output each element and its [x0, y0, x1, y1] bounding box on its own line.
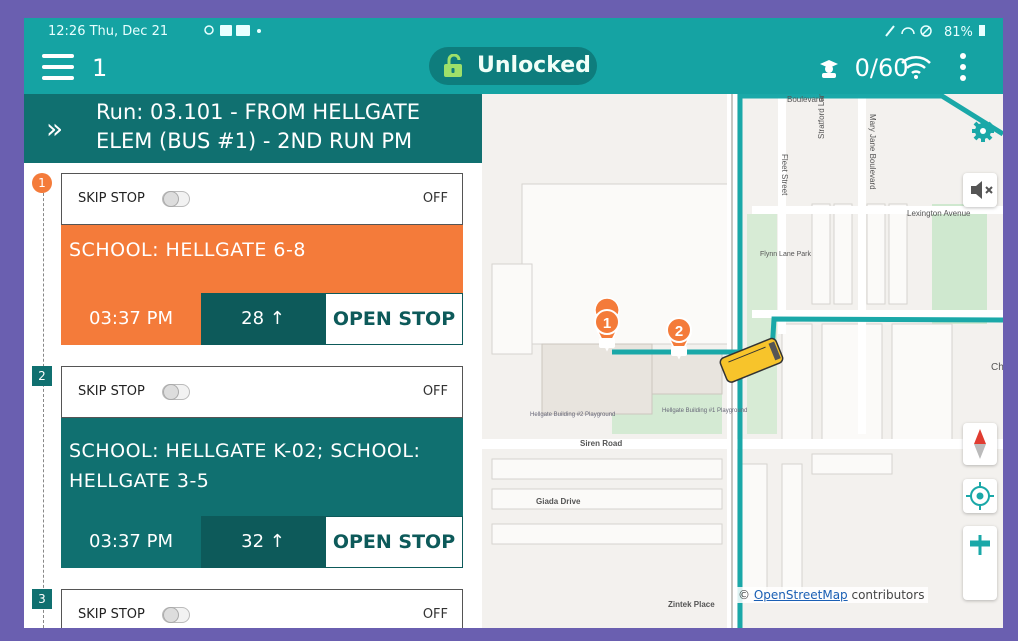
- app-bar: 1 Unlocked 0/60: [24, 44, 1003, 94]
- stop-marker-number: 2: [675, 323, 683, 340]
- stop-number-badge: 3: [32, 589, 52, 609]
- stop-school-box[interactable]: SCHOOL: HELLGATE K-02; SCHOOL: HELLGATE …: [61, 418, 463, 516]
- mute-button[interactable]: [963, 173, 997, 207]
- unlock-icon: [444, 54, 462, 77]
- battery-icon: [979, 25, 985, 36]
- system-icons: [885, 25, 932, 37]
- locate-me-button[interactable]: [963, 479, 997, 513]
- skip-stop-row: SKIP STOP OFF: [61, 589, 463, 628]
- playground-label: Hellgate Building #1 Playground: [662, 408, 747, 414]
- status-time-date: 12:26 Thu, Dec 21: [48, 24, 169, 39]
- skip-stop-row: SKIP STOP OFF: [61, 173, 463, 225]
- school-icon: [599, 338, 615, 348]
- attribution-suffix: contributors: [847, 588, 925, 602]
- stop-number-badge: 2: [32, 366, 52, 386]
- battery-text: 81%: [943, 25, 973, 40]
- skip-stop-state: OFF: [422, 191, 448, 206]
- compass-button[interactable]: [963, 423, 997, 465]
- street-label: Zintek Place: [668, 600, 715, 609]
- playground-label: Hellgate Building #2 Playground: [530, 412, 615, 418]
- stop-list: 1 SKIP STOP OFF SCHOOL: HELLGATE 6-8 03:…: [24, 163, 482, 628]
- street-label: Ch: [991, 362, 1003, 373]
- route-map[interactable]: Boulevard Fleet Street Stratford Lane Ma…: [482, 94, 1003, 628]
- skip-stop-row: SKIP STOP OFF: [61, 366, 463, 418]
- compass-icon: [974, 429, 986, 459]
- openstreetmap-link[interactable]: OpenStreetMap: [754, 588, 848, 602]
- collapse-chevron-icon[interactable]: »: [46, 112, 63, 145]
- stop-list-panel: » Run: 03.101 - FROM HELLGATE ELEM (BUS …: [24, 94, 482, 628]
- gear-icon: [972, 120, 994, 142]
- mute-icon: [971, 181, 993, 199]
- street-label: Stratford Lane: [817, 94, 826, 139]
- school-icon: [671, 346, 687, 356]
- status-icons: [204, 24, 266, 42]
- lock-status-button[interactable]: Unlocked: [429, 47, 597, 85]
- skip-stop-toggle[interactable]: [162, 191, 190, 207]
- map-settings-button[interactable]: [970, 118, 996, 144]
- tablet-screen: 12:26 Thu, Dec 21 81% 1 Unlocked 0/60 » …: [24, 18, 1003, 628]
- locate-icon: [966, 482, 994, 510]
- open-stop-button[interactable]: OPEN STOP: [325, 516, 463, 568]
- run-header[interactable]: » Run: 03.101 - FROM HELLGATE ELEM (BUS …: [24, 94, 482, 163]
- run-prefix: Run:: [96, 100, 151, 124]
- hamburger-menu-icon[interactable]: [42, 54, 74, 82]
- stop-action-row: 03:37 PM 32 ↑ OPEN STOP: [61, 516, 463, 568]
- map-canvas: Boulevard Fleet Street Stratford Lane Ma…: [482, 94, 1003, 628]
- attribution-prefix: ©: [738, 588, 754, 602]
- stop-marker-number: 1: [603, 315, 611, 332]
- skip-stop-label: SKIP STOP: [78, 191, 145, 206]
- status-right: 81%: [884, 24, 985, 40]
- skip-stop-toggle[interactable]: [162, 384, 190, 400]
- stop-time: 03:37 PM: [61, 516, 201, 568]
- skip-stop-toggle[interactable]: [162, 607, 190, 623]
- street-label: Mary Jane Boulevard: [868, 114, 877, 190]
- stop-school-name: SCHOOL: HELLGATE 6-8: [69, 239, 306, 261]
- street-label: Lexington Avenue: [907, 209, 971, 218]
- school-building: [651, 353, 723, 395]
- stop-time: 03:37 PM: [61, 293, 201, 345]
- status-bar: 12:26 Thu, Dec 21 81%: [24, 18, 1003, 44]
- lock-status-label: Unlocked: [477, 53, 591, 78]
- stop-student-count: 32 ↑: [201, 516, 325, 568]
- menu-count: 1: [92, 54, 108, 82]
- street-label: Siren Road: [580, 439, 622, 448]
- zoom-out-icon[interactable]: [963, 526, 997, 563]
- skip-stop-state: OFF: [422, 607, 448, 622]
- rider-count[interactable]: 0/60: [819, 54, 909, 82]
- run-title: Run: 03.101 - FROM HELLGATE ELEM (BUS #1…: [96, 98, 476, 156]
- wifi-icon[interactable]: [900, 53, 932, 81]
- skip-stop-label: SKIP STOP: [78, 607, 145, 622]
- stop-number-badge: 1: [32, 173, 52, 193]
- street-label: Giada Drive: [536, 497, 581, 506]
- open-stop-button[interactable]: OPEN STOP: [325, 293, 463, 345]
- park-label: Flynn Lane Park: [760, 251, 811, 258]
- notification-icons: [204, 25, 261, 36]
- street-label: Fleet Street: [780, 154, 789, 196]
- skip-stop-state: OFF: [422, 384, 448, 399]
- timeline-line: [43, 183, 44, 628]
- stop-student-count: 28 ↑: [201, 293, 325, 345]
- stop-school-box[interactable]: SCHOOL: HELLGATE 6-8: [61, 225, 463, 293]
- skip-stop-label: SKIP STOP: [78, 384, 145, 399]
- park-area: [932, 204, 987, 324]
- student-icon: [820, 60, 838, 78]
- overflow-menu-icon[interactable]: [958, 53, 968, 83]
- stop-school-name: SCHOOL: HELLGATE K-02; SCHOOL: HELLGATE …: [69, 440, 421, 492]
- stop-action-row: 03:37 PM 28 ↑ OPEN STOP: [61, 293, 463, 345]
- map-attribution: © OpenStreetMap contributors: [734, 587, 929, 603]
- zoom-controls: [963, 526, 997, 600]
